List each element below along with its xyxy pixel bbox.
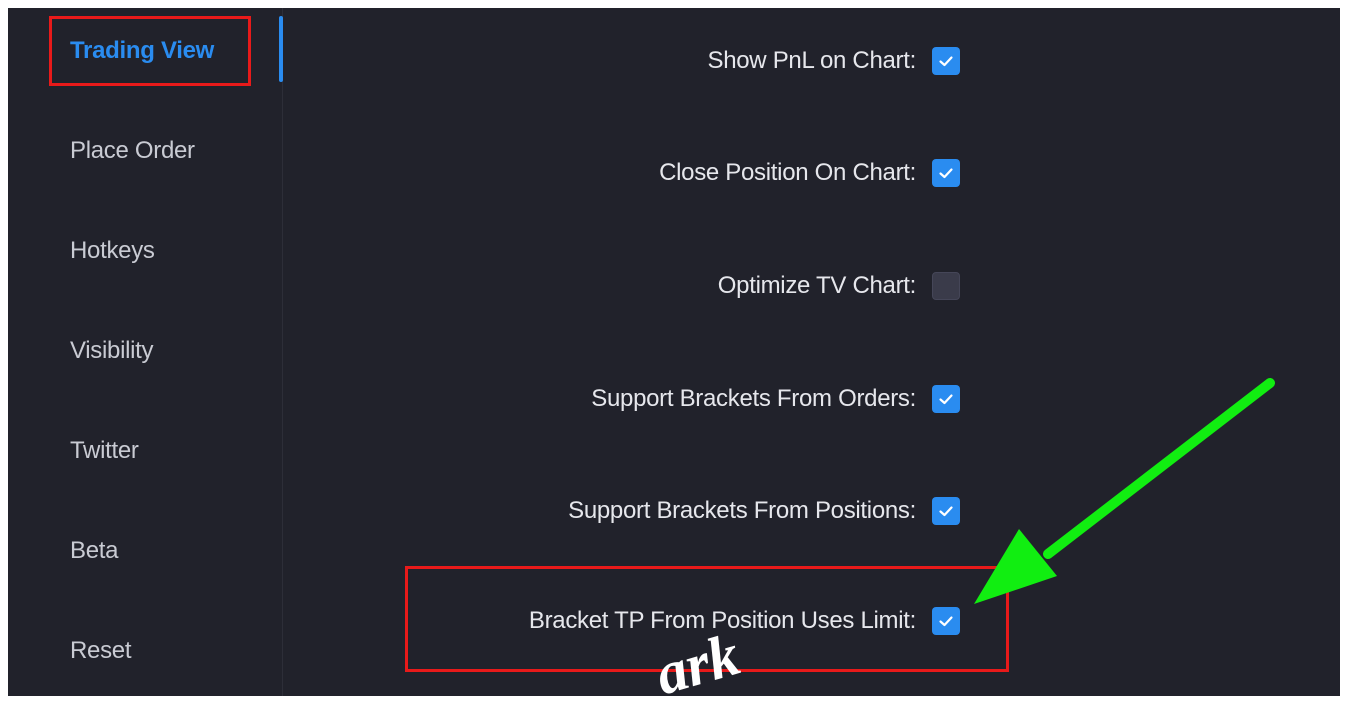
setting-row-show-pnl: Show PnL on Chart: — [707, 46, 960, 76]
setting-label: Support Brackets From Orders: — [591, 385, 916, 412]
setting-label: Show PnL on Chart: — [707, 47, 916, 74]
setting-row-close-position: Close Position On Chart: — [659, 158, 960, 188]
sidebar-item-beta[interactable]: Beta — [70, 537, 118, 565]
checkmark-icon — [939, 616, 953, 627]
setting-label: Optimize TV Chart: — [717, 272, 917, 299]
setting-label: Bracket TP From Position Uses Limit: — [528, 607, 916, 634]
close-position-checkbox[interactable] — [932, 159, 960, 187]
setting-label: Support Brackets From Positions: — [568, 497, 916, 524]
checkmark-icon — [939, 168, 953, 179]
brackets-positions-checkbox[interactable] — [932, 497, 960, 525]
setting-row-bracket-tp-limit: Bracket TP From Position Uses Limit: — [529, 606, 960, 636]
sidebar-item-hotkeys[interactable]: Hotkeys — [70, 237, 155, 265]
settings-panel: Trading View Place Order Hotkeys Visibil… — [8, 8, 1340, 696]
setting-row-optimize-tv: Optimize TV Chart: — [718, 271, 960, 301]
sidebar-item-trading-view[interactable]: Trading View — [70, 37, 214, 65]
checkmark-icon — [939, 56, 953, 67]
setting-row-brackets-positions: Support Brackets From Positions: — [568, 496, 960, 526]
sidebar-item-reset[interactable]: Reset — [70, 637, 132, 665]
sidebar-item-twitter[interactable]: Twitter — [70, 437, 139, 465]
setting-label: Close Position On Chart: — [659, 159, 916, 186]
settings-sidebar: Trading View Place Order Hotkeys Visibil… — [8, 8, 283, 696]
sidebar-item-visibility[interactable]: Visibility — [70, 337, 154, 365]
brackets-orders-checkbox[interactable] — [932, 385, 960, 413]
setting-row-brackets-orders: Support Brackets From Orders: — [591, 384, 960, 414]
sidebar-item-place-order[interactable]: Place Order — [70, 137, 195, 165]
bracket-tp-limit-checkbox[interactable] — [932, 607, 960, 635]
show-pnl-checkbox[interactable] — [932, 47, 960, 75]
checkmark-icon — [939, 394, 953, 405]
optimize-tv-checkbox[interactable] — [932, 272, 960, 300]
checkmark-icon — [939, 506, 953, 517]
active-tab-indicator — [279, 16, 283, 82]
